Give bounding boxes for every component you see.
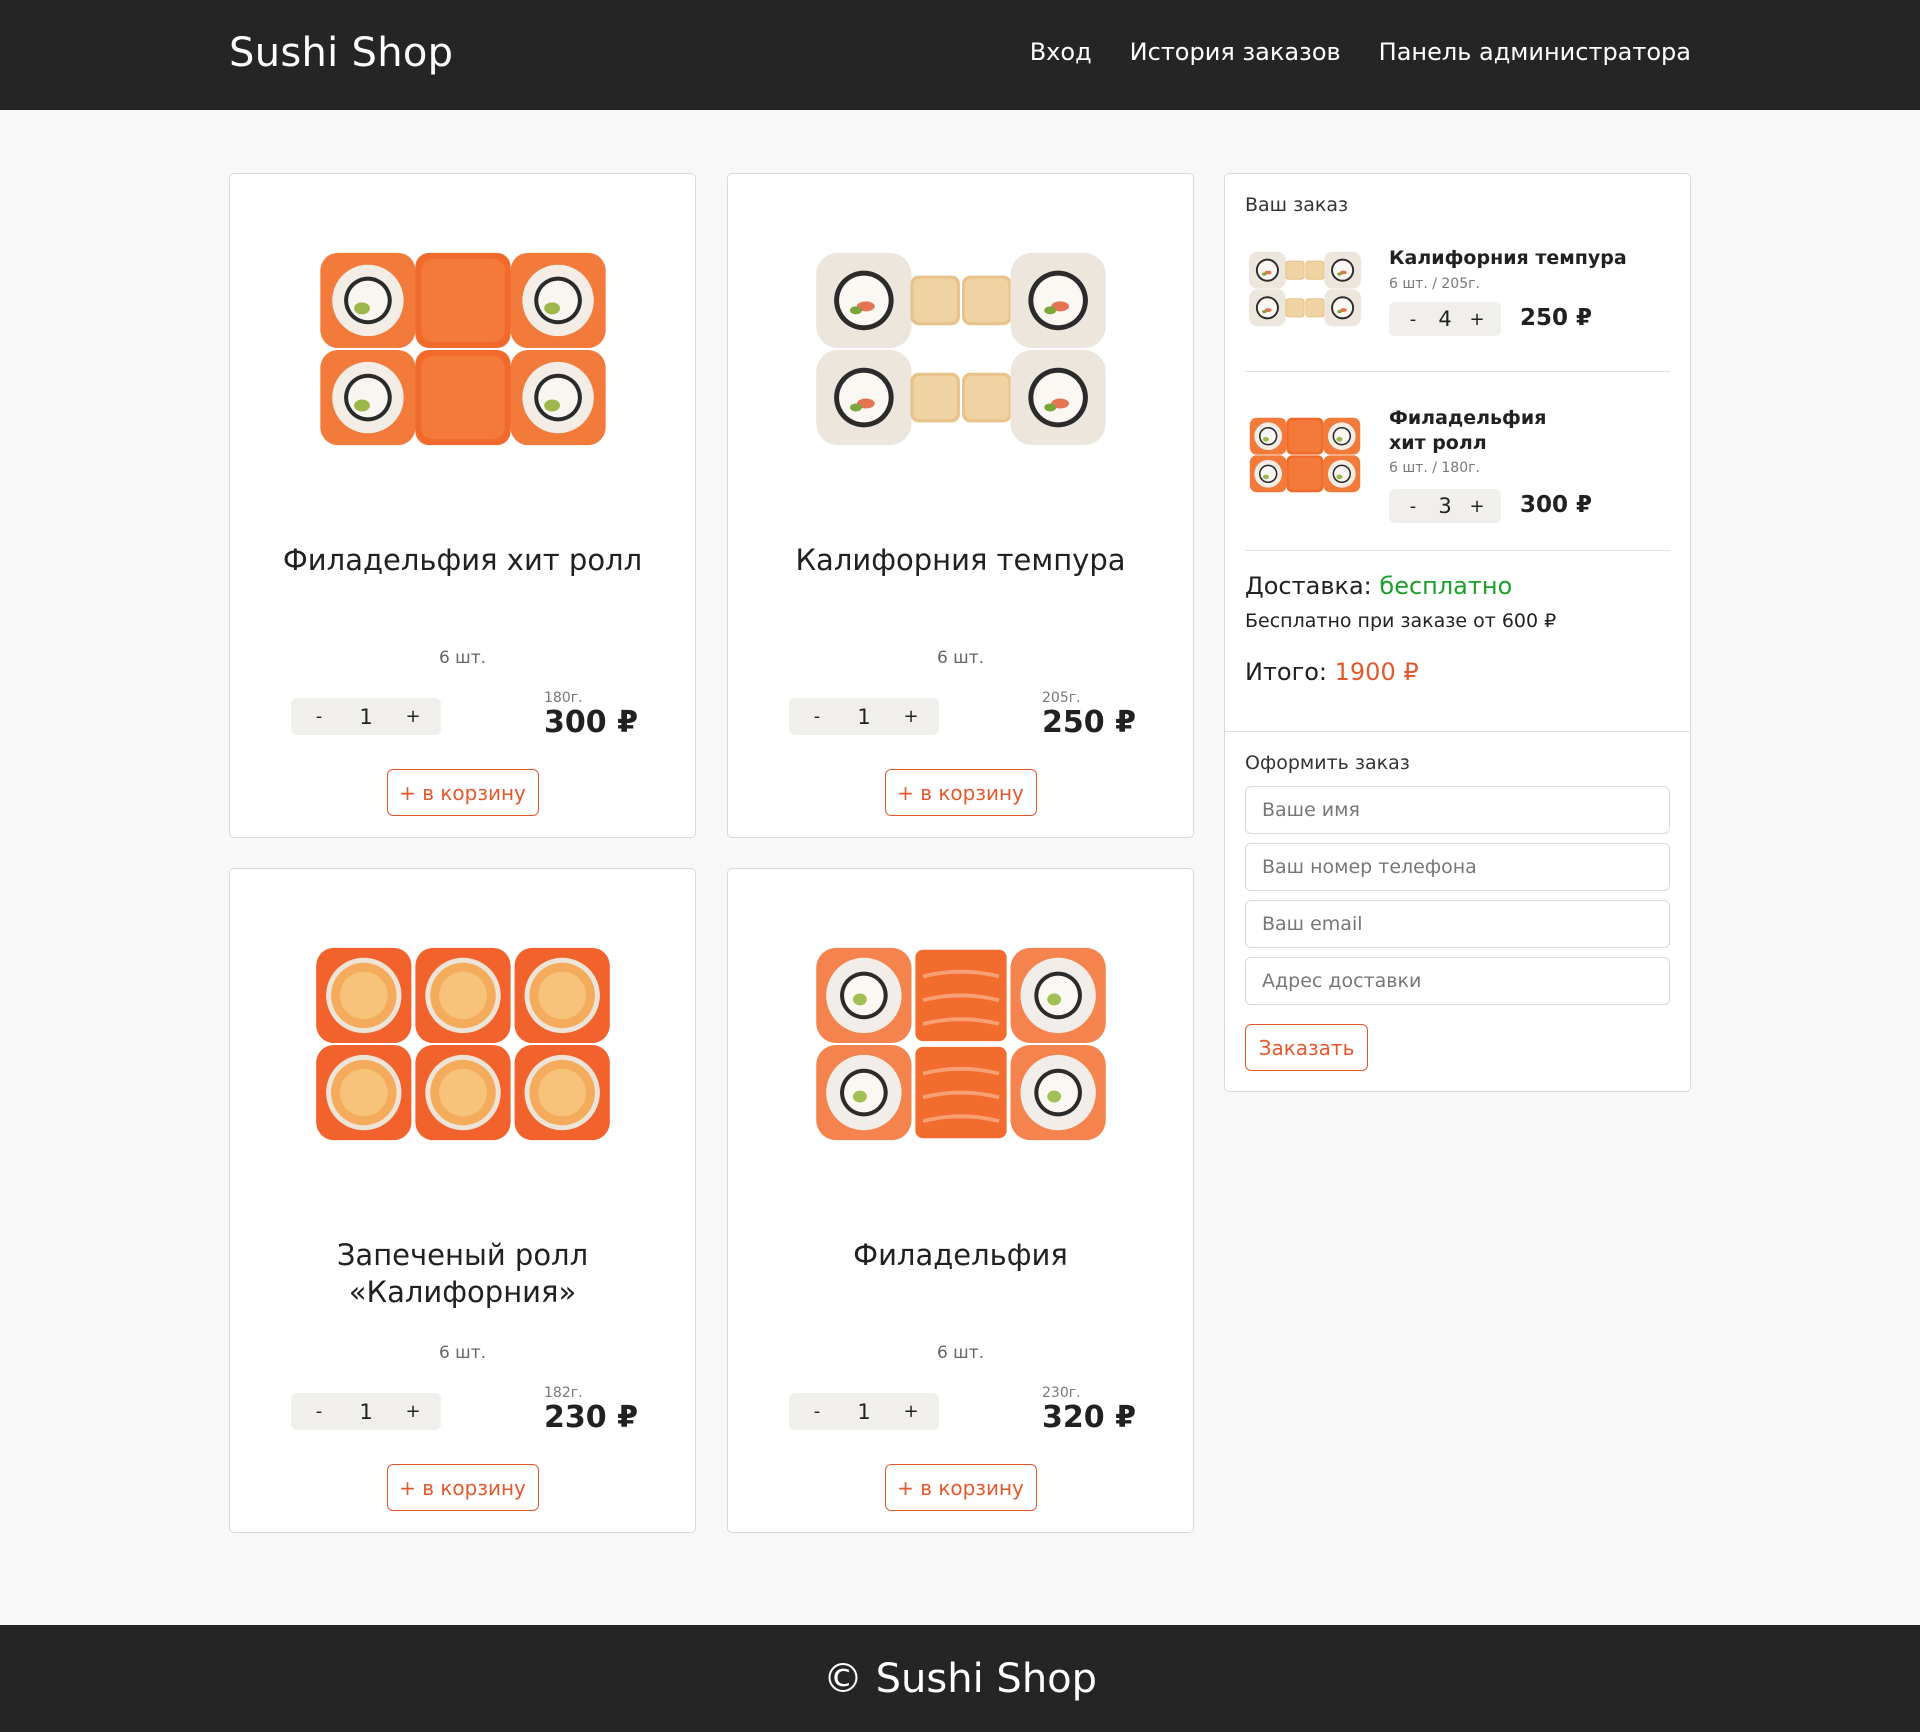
product-pieces: 6 шт. bbox=[936, 648, 985, 668]
header-bar: Sushi Shop Вход История заказов Панель а… bbox=[0, 0, 1920, 110]
quantity-value: 1 bbox=[359, 704, 373, 729]
divider bbox=[1245, 371, 1670, 372]
decrease-button[interactable]: - bbox=[809, 706, 825, 727]
order-title: Ваш заказ bbox=[1245, 194, 1349, 216]
checkout-title: Оформить заказ bbox=[1245, 752, 1410, 774]
footer-copyright: © Sushi Shop bbox=[822, 1655, 1098, 1702]
add-to-cart-button[interactable]: + в корзину bbox=[386, 1464, 539, 1511]
main-nav: Вход История заказов Панель администрато… bbox=[1030, 38, 1691, 66]
footer: © Sushi Shop bbox=[0, 1625, 1920, 1732]
place-order-button[interactable]: Заказать bbox=[1245, 1024, 1368, 1071]
address-input[interactable] bbox=[1245, 957, 1670, 1005]
product-card: Филадельфия хит ролл 6 шт. - 1 + 180г. 3… bbox=[229, 173, 696, 838]
product-pieces: 6 шт. bbox=[936, 1343, 985, 1363]
delivery-info: Доставка: бесплатно bbox=[1245, 572, 1512, 600]
divider bbox=[1225, 731, 1690, 732]
order-item-price: 250 ₽ bbox=[1520, 305, 1593, 331]
order-item-stepper: - 4 + bbox=[1389, 302, 1501, 336]
decrease-button[interactable]: - bbox=[809, 1401, 825, 1422]
product-pieces: 6 шт. bbox=[438, 648, 487, 668]
total-value: 1900 ₽ bbox=[1334, 658, 1419, 686]
product-weight: 182г. bbox=[544, 1385, 583, 1401]
increase-button[interactable]: + bbox=[903, 706, 919, 727]
quantity-value: 4 bbox=[1438, 307, 1452, 331]
order-item-stepper: - 3 + bbox=[1389, 489, 1501, 523]
california-tempura-thumbnail bbox=[1248, 251, 1362, 327]
add-to-cart-button[interactable]: + в корзину bbox=[884, 769, 1037, 816]
total-label: Итого: bbox=[1245, 658, 1327, 686]
baked-california-roll-image bbox=[315, 947, 610, 1141]
order-item-name: Филадельфия хит ролл bbox=[1389, 407, 1547, 454]
increase-button[interactable]: + bbox=[903, 1401, 919, 1422]
quantity-value: 1 bbox=[857, 1399, 871, 1424]
nav-order-history[interactable]: История заказов bbox=[1130, 38, 1341, 66]
order-item-meta: 6 шт. / 205г. bbox=[1389, 276, 1480, 292]
decrease-button[interactable]: - bbox=[1405, 496, 1421, 517]
decrease-button[interactable]: - bbox=[311, 706, 327, 727]
philadelphia-roll-image bbox=[815, 947, 1106, 1141]
delivery-value: бесплатно bbox=[1379, 572, 1513, 600]
decrease-button[interactable]: - bbox=[1405, 309, 1421, 330]
product-weight: 205г. bbox=[1042, 690, 1081, 706]
california-tempura-image bbox=[815, 252, 1106, 446]
delivery-label: Доставка: bbox=[1245, 572, 1372, 600]
order-item-name: Калифорния темпура bbox=[1389, 247, 1627, 269]
product-price: 250 ₽ bbox=[1042, 705, 1136, 740]
quantity-stepper: - 1 + bbox=[789, 698, 939, 735]
order-total: Итого: 1900 ₽ bbox=[1245, 658, 1419, 686]
decrease-button[interactable]: - bbox=[311, 1401, 327, 1422]
order-item-meta: 6 шт. / 180г. bbox=[1389, 460, 1480, 476]
product-price: 320 ₽ bbox=[1042, 1400, 1136, 1435]
product-weight: 180г. bbox=[544, 690, 583, 706]
increase-button[interactable]: + bbox=[1469, 496, 1485, 517]
add-to-cart-button[interactable]: + в корзину bbox=[386, 769, 539, 816]
increase-button[interactable]: + bbox=[405, 706, 421, 727]
add-to-cart-button[interactable]: + в корзину bbox=[884, 1464, 1037, 1511]
quantity-value: 1 bbox=[857, 704, 871, 729]
brand-logo[interactable]: Sushi Shop bbox=[229, 30, 453, 76]
product-title: Филадельфия хит ролл bbox=[282, 543, 643, 577]
quantity-stepper: - 1 + bbox=[789, 1393, 939, 1430]
order-item-price: 300 ₽ bbox=[1520, 492, 1593, 518]
product-price: 230 ₽ bbox=[544, 1400, 638, 1435]
product-weight: 230г. bbox=[1042, 1385, 1081, 1401]
quantity-value: 1 bbox=[359, 1399, 373, 1424]
product-title: Филадельфия bbox=[853, 1238, 1068, 1272]
name-input[interactable] bbox=[1245, 786, 1670, 834]
philadelphia-hit-roll-thumbnail bbox=[1249, 417, 1361, 493]
product-card: Запеченый ролл «Калифорния» 6 шт. - 1 + … bbox=[229, 868, 696, 1533]
increase-button[interactable]: + bbox=[1469, 309, 1485, 330]
product-title: Запеченый ролл «Калифорния» bbox=[336, 1238, 589, 1309]
order-item: Калифорния темпура 6 шт. / 205г. - 4 + 2… bbox=[1245, 244, 1670, 364]
increase-button[interactable]: + bbox=[405, 1401, 421, 1422]
nav-login[interactable]: Вход bbox=[1030, 38, 1092, 66]
delivery-note: Бесплатно при заказе от 600 ₽ bbox=[1245, 610, 1557, 632]
philadelphia-hit-roll-image bbox=[319, 252, 606, 446]
product-pieces: 6 шт. bbox=[438, 1343, 487, 1363]
quantity-value: 3 bbox=[1438, 494, 1452, 518]
order-item: Филадельфия хит ролл 6 шт. / 180г. - 3 +… bbox=[1245, 406, 1670, 546]
email-input[interactable] bbox=[1245, 900, 1670, 948]
product-card: Калифорния темпура 6 шт. - 1 + 205г. 250… bbox=[727, 173, 1194, 838]
product-title: Калифорния темпура bbox=[795, 543, 1126, 577]
product-price: 300 ₽ bbox=[544, 705, 638, 740]
quantity-stepper: - 1 + bbox=[291, 1393, 441, 1430]
order-panel: Ваш заказ Калифорния темпура 6 шт. / 205… bbox=[1224, 173, 1691, 1092]
divider bbox=[1245, 550, 1670, 551]
quantity-stepper: - 1 + bbox=[291, 698, 441, 735]
nav-admin-panel[interactable]: Панель администратора bbox=[1379, 38, 1691, 66]
product-card: Филадельфия 6 шт. - 1 + 230г. 320 ₽ + в … bbox=[727, 868, 1194, 1533]
phone-input[interactable] bbox=[1245, 843, 1670, 891]
